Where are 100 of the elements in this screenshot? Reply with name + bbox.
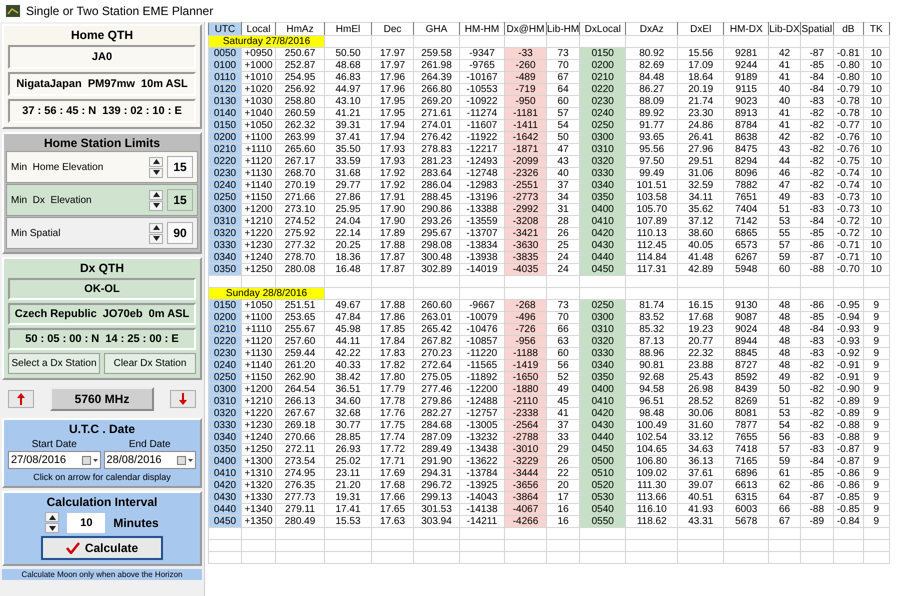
column-header[interactable]: DxLocal (580, 22, 626, 36)
coordinates-field[interactable]: 50 : 05 : 00 : N 14 : 25 : 00 : E (8, 328, 196, 350)
table-cell: 110.13 (626, 228, 678, 240)
coordinates-field[interactable]: 37 : 56 : 45 : N 139 : 02 : 10 : E (8, 99, 196, 123)
column-header[interactable]: HM-HM (460, 22, 504, 36)
column-header[interactable]: UTC (208, 22, 242, 36)
table-cell: 17.76 (372, 408, 414, 420)
table-cell: -89 (800, 516, 834, 528)
table-cell: +1210 (242, 216, 276, 228)
table-cell: 99.49 (626, 168, 678, 180)
table-cell: 275.92 (276, 228, 324, 240)
table-cell: 17.83 (372, 348, 414, 360)
table-cell: 22.32 (678, 348, 724, 360)
spin-down-button[interactable] (149, 200, 163, 210)
date-picker-field[interactable]: 27/08/2016 (8, 451, 100, 469)
table-cell: 0300 (208, 384, 242, 396)
column-header[interactable]: HM-DX (724, 22, 769, 36)
table-cell: 6865 (724, 228, 769, 240)
table-cell: 51 (768, 204, 800, 216)
up-triangle-icon (152, 192, 160, 197)
spin-up-button[interactable] (45, 512, 60, 522)
table-cell: 0430 (580, 240, 626, 252)
column-header[interactable]: TK (863, 22, 890, 36)
table-cell: 262.90 (276, 372, 324, 384)
limit-value-field[interactable]: 90 (167, 222, 193, 244)
column-header[interactable]: Lib-HM (546, 22, 580, 36)
table-cell: 17.84 (372, 336, 414, 348)
location-field[interactable]: NigataJapan PM97mw 10m ASL (8, 72, 196, 96)
table-cell: -0.72 (833, 216, 864, 228)
table-cell: -0.80 (833, 60, 864, 72)
table-cell: -13707 (460, 228, 504, 240)
column-header[interactable]: Spatial (800, 22, 834, 36)
limit-value-field[interactable]: 15 (167, 156, 193, 178)
column-header[interactable]: GHA (414, 22, 460, 36)
table-cell: 59 (768, 252, 800, 264)
table-cell: 269.20 (414, 96, 460, 108)
table-cell: 17.63 (372, 516, 414, 528)
table-cell: 113.66 (626, 492, 678, 504)
spin-up-button[interactable] (149, 222, 163, 232)
table-cell: 17.89 (372, 228, 414, 240)
table-cell: 270.23 (414, 348, 460, 360)
table-cell: +1000 (242, 60, 276, 72)
table-cell: 34.60 (324, 396, 372, 408)
frequency-button[interactable]: 5760 MHz (50, 387, 154, 411)
table-cell: 273.54 (276, 456, 324, 468)
table-cell: 94.58 (626, 384, 678, 396)
up-arrow-button[interactable] (8, 390, 34, 408)
column-header[interactable]: Dx@HM (504, 22, 546, 36)
table-cell: 259.58 (414, 48, 460, 60)
table-cell: 0330 (208, 420, 242, 432)
table-cell: 23.30 (678, 108, 724, 120)
table-cell: 9 (863, 336, 890, 348)
date-picker-field[interactable]: 28/08/2016 (104, 451, 196, 469)
table-cell: -82 (800, 132, 834, 144)
table-cell: 80.92 (626, 48, 678, 60)
column-header[interactable]: Dec (372, 22, 414, 36)
table-cell: 25.43 (678, 372, 724, 384)
table-cell: 32.59 (678, 180, 724, 192)
limit-value-field[interactable]: 15 (167, 189, 193, 211)
spin-up-button[interactable] (149, 190, 163, 200)
table-cell: -82 (800, 408, 834, 420)
column-header[interactable]: DxEl (678, 22, 724, 36)
table-cell: -13438 (460, 444, 504, 456)
table-cell: 19.31 (324, 492, 372, 504)
column-header[interactable]: HmAz (276, 22, 324, 36)
column-header[interactable]: Local (242, 22, 276, 36)
table-cell: 33.59 (324, 156, 372, 168)
spin-down-button[interactable] (149, 168, 163, 178)
table-cell: 9024 (724, 324, 769, 336)
calculate-button[interactable]: Calculate (41, 536, 163, 560)
spin-down-button[interactable] (45, 523, 60, 533)
table-cell: 20.25 (324, 240, 372, 252)
table-cell: -12493 (460, 156, 504, 168)
spin-up-button[interactable] (149, 156, 163, 166)
table-cell: 8913 (724, 108, 769, 120)
callsign-field[interactable]: JA0 (8, 45, 196, 69)
table-cell: -83 (800, 336, 834, 348)
station-button[interactable]: Clear Dx Station (104, 353, 196, 374)
location-field[interactable]: Czech Republic JO70eb 0m ASL (8, 303, 196, 325)
interval-field[interactable]: 10 (67, 512, 106, 532)
station-button[interactable]: Select a Dx Station (8, 353, 100, 374)
table-cell: 9023 (724, 96, 769, 108)
callsign-field[interactable]: OK-OL (8, 278, 196, 300)
column-header[interactable]: HmEl (324, 22, 372, 36)
table-cell: 111.30 (626, 480, 678, 492)
table-cell: 92.68 (626, 372, 678, 384)
table-cell: 0250 (580, 300, 626, 312)
table-cell: +1250 (242, 264, 276, 276)
spin-down-button[interactable] (149, 234, 163, 244)
column-header[interactable]: Lib-DX (768, 22, 800, 36)
table-cell: 17.65 (372, 504, 414, 516)
down-arrow-button[interactable] (170, 390, 196, 408)
table-cell: +0950 (242, 48, 276, 60)
table-cell: -12217 (460, 144, 504, 156)
table-cell: 8944 (724, 336, 769, 348)
table-cell: 10 (863, 228, 890, 240)
table-cell: 259.44 (276, 348, 324, 360)
table-cell: 51 (768, 396, 800, 408)
column-header[interactable]: dB (833, 22, 864, 36)
column-header[interactable]: DxAz (626, 22, 678, 36)
